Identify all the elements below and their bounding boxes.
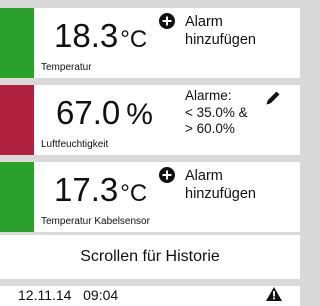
alarm-line: hinzufügen <box>185 32 256 48</box>
sensor-value-unit: % <box>126 98 153 131</box>
sensor-value-number: 67.0 <box>56 94 121 131</box>
sensor-value: 17.3°C <box>54 170 147 214</box>
add-alarm-button[interactable]: Alarm hinzufügen <box>185 13 295 49</box>
status-stripe <box>0 162 34 232</box>
plus-circle-icon[interactable] <box>159 13 175 29</box>
sensor-label: Luftfeuchtigkeit <box>41 139 109 150</box>
status-stripe <box>0 85 34 155</box>
sensor-value: 18.3°C <box>54 16 147 60</box>
plus-circle-icon[interactable] <box>159 167 175 183</box>
sensor-card-temperature[interactable]: 18.3°C Alarm hinzufügen Temperatur <box>0 8 300 78</box>
history-entry[interactable]: 12.11.14 09:04 <box>0 286 300 306</box>
scroll-history-button[interactable]: Scrollen für Historie <box>0 235 300 279</box>
sensor-value-number: 17.3 <box>54 171 119 208</box>
sensor-card-cable-temperature[interactable]: 17.3°C Alarm hinzufügen Temperatur Kabel… <box>0 162 300 232</box>
alarm-line: hinzufügen <box>185 186 256 202</box>
sensor-label: Temperatur <box>41 62 92 73</box>
sensor-label: Temperatur Kabelsensor <box>41 216 150 227</box>
sensor-value-unit: °C <box>120 26 148 53</box>
sensor-value-unit: °C <box>120 180 148 207</box>
scroll-history-label: Scrollen für Historie <box>80 248 220 265</box>
alarm-line: Alarm <box>185 168 223 184</box>
pencil-icon[interactable] <box>264 89 282 107</box>
sensor-value-number: 18.3 <box>54 17 119 54</box>
status-stripe <box>0 8 34 78</box>
history-entry-timestamp: 12.11.14 09:04 <box>18 287 119 303</box>
sensor-value: 67.0% <box>56 93 153 135</box>
add-alarm-button[interactable]: Alarm hinzufügen <box>185 167 295 203</box>
sensor-card-humidity[interactable]: 67.0% Alarme: < 35.0% & > 60.0% Luftfeuc… <box>0 85 300 155</box>
alarm-line: > 60.0% <box>185 121 235 136</box>
alarm-line: Alarm <box>185 14 223 30</box>
warning-triangle-icon <box>266 287 282 301</box>
